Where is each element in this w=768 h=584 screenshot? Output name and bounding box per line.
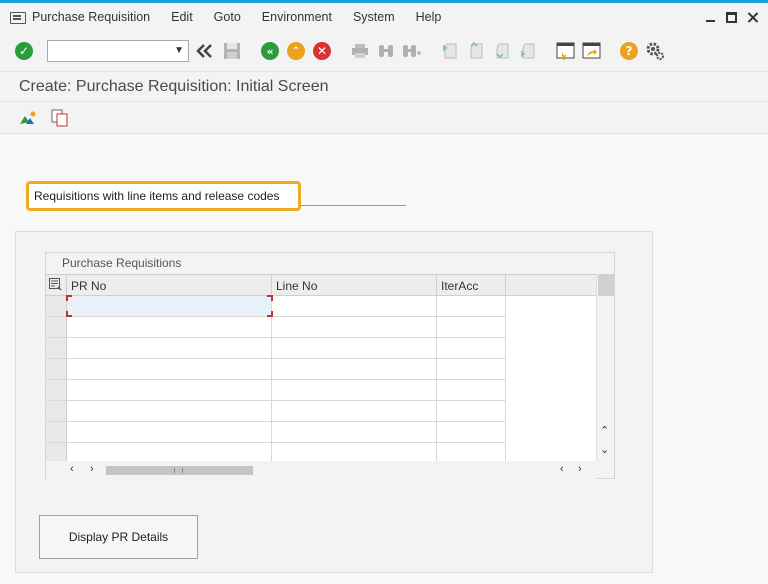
menu-help[interactable]: Help: [416, 10, 442, 24]
row-selector[interactable]: [46, 422, 67, 443]
table-cell[interactable]: [272, 296, 437, 317]
page-title: Create: Purchase Requisition: Initial Sc…: [19, 78, 329, 95]
back-icon[interactable]: [194, 40, 216, 62]
table-cell[interactable]: [272, 422, 437, 443]
row-selector[interactable]: [46, 401, 67, 422]
settings-icon[interactable]: [644, 40, 666, 62]
banner-underline: [300, 205, 406, 206]
purchase-requisitions-table: PR No Line No IterAcc: [46, 274, 596, 464]
back-green-icon[interactable]: «: [259, 40, 281, 62]
save-icon[interactable]: [221, 40, 243, 62]
vertical-scroll-thumb[interactable]: [598, 274, 614, 296]
copy-icon[interactable]: [49, 107, 71, 129]
menu-system[interactable]: System: [353, 10, 395, 24]
menu-bar: Purchase Requisition Edit Goto Environme…: [0, 3, 768, 31]
cancel-icon[interactable]: ✕: [311, 40, 333, 62]
table-title: Purchase Requisitions: [62, 256, 182, 270]
table-cell[interactable]: [67, 338, 272, 359]
scroll-up-icon[interactable]: ⌃: [600, 424, 609, 437]
table-cell[interactable]: [437, 317, 506, 338]
menu-edit[interactable]: Edit: [171, 10, 193, 24]
row-selector[interactable]: [46, 296, 67, 317]
select-all-icon[interactable]: [46, 275, 67, 296]
highlighted-banner: Requisitions with line items and release…: [26, 181, 301, 211]
table-cell[interactable]: [67, 359, 272, 380]
menu-goto[interactable]: Goto: [214, 10, 241, 24]
standard-toolbar: ✓ ▼ « ⌃ ✕ ?: [0, 31, 768, 71]
exit-icon[interactable]: ⌃: [285, 40, 307, 62]
focus-corner: [267, 311, 273, 317]
display-pr-details-button[interactable]: Display PR Details: [39, 515, 198, 559]
table-cell[interactable]: [437, 401, 506, 422]
focus-corner: [66, 311, 72, 317]
banner-text: Requisitions with line items and release…: [34, 189, 280, 203]
table-cell[interactable]: [437, 359, 506, 380]
table-cell[interactable]: [67, 422, 272, 443]
enter-icon[interactable]: ✓: [13, 40, 35, 62]
help-icon[interactable]: ?: [618, 40, 640, 62]
column-header-pr-no[interactable]: PR No: [67, 275, 272, 296]
table-cell[interactable]: [67, 317, 272, 338]
find-next-icon[interactable]: [401, 40, 423, 62]
table-cell[interactable]: [272, 359, 437, 380]
vertical-scrollbar[interactable]: ⌃ ⌄: [596, 274, 614, 461]
focus-corner: [267, 295, 273, 301]
other-document-icon[interactable]: [17, 107, 39, 129]
table-cell[interactable]: [437, 296, 506, 317]
chevron-down-icon[interactable]: ▼: [174, 45, 184, 56]
table-cell[interactable]: [272, 380, 437, 401]
application-toolbar: [0, 102, 768, 134]
window-controls: [705, 12, 758, 23]
table-cell[interactable]: [67, 380, 272, 401]
find-icon[interactable]: [375, 40, 397, 62]
table-cell[interactable]: [272, 401, 437, 422]
row-selector[interactable]: [46, 317, 67, 338]
scroll-grip: [174, 468, 183, 473]
table-cell[interactable]: [437, 422, 506, 443]
new-session-icon[interactable]: [555, 40, 577, 62]
next-page-icon[interactable]: [491, 40, 513, 62]
column-header-iteracc[interactable]: IterAcc: [437, 275, 506, 296]
page-right-icon[interactable]: ›: [578, 463, 582, 475]
prev-page-icon[interactable]: [465, 40, 487, 62]
last-page-icon[interactable]: [517, 40, 539, 62]
table-cell[interactable]: [67, 296, 272, 317]
focus-corner: [66, 295, 72, 301]
scroll-down-icon[interactable]: ⌄: [600, 443, 609, 456]
column-header-line-no[interactable]: Line No: [272, 275, 437, 296]
table-cell[interactable]: [272, 317, 437, 338]
minimize-icon[interactable]: [705, 12, 716, 23]
maximize-icon[interactable]: [726, 12, 737, 23]
page-left-icon[interactable]: ‹: [560, 463, 564, 475]
menu-purchase-requisition[interactable]: Purchase Requisition: [32, 10, 150, 24]
close-icon[interactable]: [747, 12, 758, 23]
menu-icon[interactable]: [10, 12, 26, 24]
row-selector[interactable]: [46, 359, 67, 380]
table-cell[interactable]: [437, 380, 506, 401]
command-field[interactable]: ▼: [47, 40, 189, 62]
title-bar: Create: Purchase Requisition: Initial Sc…: [0, 71, 768, 102]
scroll-right-icon[interactable]: ›: [90, 463, 94, 475]
row-selector[interactable]: [46, 338, 67, 359]
horizontal-scrollbar[interactable]: ‹ › ‹ ›: [46, 461, 596, 479]
scroll-left-icon[interactable]: ‹: [70, 463, 74, 475]
print-icon[interactable]: [349, 40, 371, 62]
row-selector[interactable]: [46, 380, 67, 401]
table-cell[interactable]: [67, 401, 272, 422]
table-cell[interactable]: [272, 338, 437, 359]
column-header-empty: [506, 275, 596, 296]
menu-environment[interactable]: Environment: [262, 10, 332, 24]
table-cell[interactable]: [437, 338, 506, 359]
shortcut-icon[interactable]: [581, 40, 603, 62]
first-page-icon[interactable]: [439, 40, 461, 62]
